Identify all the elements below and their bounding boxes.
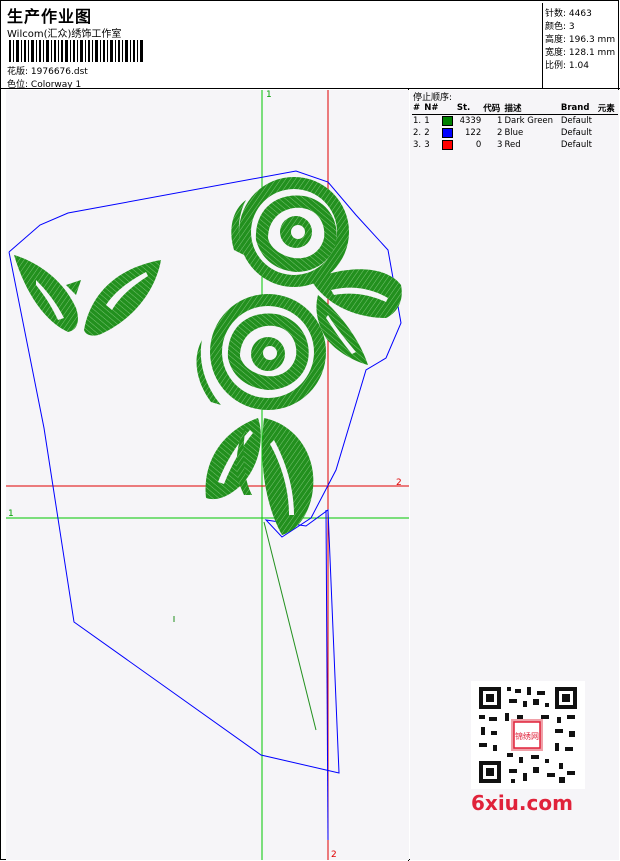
production-sheet: 生产作业图 Wilcom(汇众)绣饰工作室 花版: 1976676.dst 色位…	[0, 0, 620, 861]
guide-red-horizontal-label: 2	[396, 478, 402, 488]
guide-red-vertical-label: 2	[331, 850, 337, 860]
row-element	[597, 115, 618, 128]
stat-width: 宽度: 128.1 mm	[545, 45, 615, 58]
stat-height-value: 196.3 mm	[568, 35, 616, 45]
stat-scale: 比例: 1.04	[545, 58, 589, 71]
row-brand: Default	[560, 128, 592, 138]
color-swatch	[442, 139, 454, 150]
col-element: 元素	[596, 102, 618, 115]
stat-scale-value: 1.04	[568, 61, 589, 71]
rose-bottom	[196, 294, 326, 410]
embroidery-canvas: 1 1 2 2	[6, 90, 409, 860]
row-code: 2	[497, 128, 503, 138]
header-stats: 针数: 4463 颜色: 3 高度: 196.3 mm 宽度: 128.1 mm…	[542, 3, 620, 89]
table-header-row: # N# St. 代码 描述 Brand 元素	[412, 102, 618, 115]
barcode	[9, 40, 143, 62]
row-index: 1.	[413, 116, 422, 126]
col-stitches: St.	[455, 102, 483, 115]
stat-colors-label: 颜色:	[545, 22, 567, 32]
row-brand: Default	[560, 116, 592, 126]
row-code: 3	[497, 140, 503, 150]
stat-height: 高度: 196.3 mm	[545, 32, 615, 45]
design-file-value: 1976676.dst	[30, 67, 88, 77]
stat-width-value: 128.1 mm	[568, 48, 616, 58]
header-left: 生产作业图 Wilcom(汇众)绣饰工作室 花版: 1976676.dst 色位…	[5, 3, 541, 90]
travel-stitch	[263, 521, 317, 731]
guide-green-horizontal-label: 1	[8, 509, 14, 519]
row-index: 3.	[413, 140, 422, 150]
col-needle: N#	[423, 102, 442, 115]
rose-top	[231, 177, 349, 287]
guide-green-vertical-label: 1	[266, 90, 272, 100]
row-description: Dark Green	[504, 116, 554, 126]
qr-code: 锦绣网	[471, 681, 585, 789]
header-divider	[1, 88, 620, 89]
studio-name: Wilcom(汇众)绣饰工作室	[7, 29, 122, 40]
table-row: 3. 3 0 3 Red Default	[412, 139, 618, 151]
col-index: #	[412, 102, 424, 115]
row-description: Blue	[504, 128, 524, 138]
stat-stitches: 针数: 4463	[545, 6, 592, 19]
table-row: 1. 1 4339 1 Dark Green Default	[412, 115, 618, 128]
leaf-pair-left	[14, 255, 161, 336]
row-element	[597, 139, 618, 151]
stat-stitches-label: 针数:	[545, 9, 567, 19]
row-needle: 2	[424, 128, 430, 138]
stop-sequence-table: # N# St. 代码 描述 Brand 元素 1. 1 4339 1 Dark…	[412, 102, 618, 151]
row-needle: 1	[424, 116, 430, 126]
color-swatch	[442, 127, 454, 138]
row-swatch	[441, 139, 455, 151]
row-stitches: 4339	[459, 116, 482, 126]
site-logo: 6xiu.com	[471, 791, 573, 815]
stat-stitches-value: 4463	[568, 9, 592, 19]
col-brand: Brand	[559, 102, 597, 115]
jump-outline	[8, 170, 402, 774]
col-swatch	[441, 102, 456, 115]
table-row: 2. 2 122 2 Blue Default	[412, 127, 618, 139]
sheet-title: 生产作业图	[7, 7, 93, 26]
row-index: 2.	[413, 128, 422, 138]
col-description: 描述	[503, 102, 560, 115]
stat-colors: 颜色: 3	[545, 19, 575, 32]
row-swatch	[441, 115, 455, 128]
qr-caption: 锦绣网	[515, 731, 539, 741]
row-swatch	[441, 127, 455, 139]
stat-width-label: 宽度:	[545, 48, 567, 58]
row-needle: 3	[424, 140, 430, 150]
row-description: Red	[504, 140, 521, 150]
row-stitches: 0	[475, 140, 482, 150]
row-element	[597, 127, 618, 139]
row-code: 1	[497, 116, 503, 126]
col-code: 代码	[482, 102, 504, 115]
color-swatch	[442, 115, 454, 126]
row-brand: Default	[560, 140, 592, 150]
stat-colors-value: 3	[568, 22, 575, 32]
row-stitches: 122	[465, 128, 482, 138]
design-file-label: 花版:	[7, 67, 29, 77]
design-preview: 1 1 2 2	[6, 90, 409, 860]
leaf-cluster-bottom	[205, 418, 314, 535]
design-file: 花版: 1976676.dst	[7, 64, 88, 77]
stat-height-label: 高度:	[545, 35, 567, 45]
stat-scale-label: 比例:	[545, 61, 567, 71]
